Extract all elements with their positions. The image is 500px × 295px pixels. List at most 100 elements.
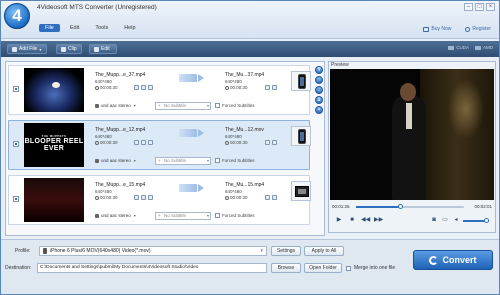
output-duration: 00:00:30 <box>225 140 248 145</box>
rewind-icon[interactable]: ◀◀ <box>361 217 370 224</box>
effect-icon[interactable] <box>148 140 153 145</box>
cut-icon[interactable] <box>141 85 146 90</box>
fast-forward-icon[interactable]: ▶▶ <box>374 217 383 224</box>
remove-icon[interactable] <box>272 85 277 90</box>
add-file-button[interactable]: Add File ▾ <box>7 44 47 54</box>
maximize-button[interactable]: □ <box>475 3 484 11</box>
cut-icon[interactable] <box>141 140 146 145</box>
destination-field[interactable]: C:\Documents and Settings\pubmi\My Docum… <box>37 263 267 273</box>
info-icon[interactable] <box>134 85 139 90</box>
remove-item-button[interactable]: × <box>315 106 323 114</box>
minimize-button[interactable]: – <box>464 3 473 11</box>
file-item[interactable]: THE MUPPETS BLOOPER REEL EVER The_Mupp..… <box>8 120 311 170</box>
menu-tools[interactable]: Tools <box>89 24 114 32</box>
forced-subtitles[interactable]: Forced Subtitles <box>215 158 255 163</box>
effect-icon[interactable] <box>148 195 153 200</box>
preview-screen[interactable] <box>330 69 494 200</box>
menu-help[interactable]: Help <box>118 24 141 32</box>
key-icon <box>465 26 471 32</box>
forced-subtitles-checkbox[interactable] <box>215 103 220 108</box>
move-down-button[interactable]: ↓ <box>315 86 323 94</box>
top-links: Buy Now Register <box>423 26 491 32</box>
clip-button[interactable]: Clip <box>56 44 82 54</box>
buy-now-link[interactable]: Buy Now <box>423 26 451 32</box>
seek-bar[interactable] <box>356 204 464 209</box>
edit-name-icon[interactable] <box>265 85 270 90</box>
refresh-icon <box>429 255 439 265</box>
menu-edit[interactable]: Edit <box>64 24 85 32</box>
edit-icon <box>94 46 99 52</box>
seek-handle[interactable] <box>398 204 404 209</box>
title-bar: 4 4Videosoft MTS Converter (Unregistered… <box>1 1 499 39</box>
subtitle-select[interactable]: No Subtitle <box>155 212 211 220</box>
source-duration: 00:00:30 <box>95 195 118 200</box>
open-folder-button[interactable]: Open Folder <box>304 263 342 273</box>
arrow-bar <box>179 184 197 192</box>
audio-track[interactable]: und aac stereo ▾ <box>95 213 136 218</box>
edit-name-icon[interactable] <box>265 195 270 200</box>
menu-file[interactable]: File <box>39 24 60 32</box>
forced-subtitles[interactable]: Forced Subtitles <box>215 213 255 218</box>
scissors-icon <box>61 46 66 52</box>
move-top-button[interactable]: ⇈ <box>315 66 323 74</box>
merge-checkbox[interactable] <box>346 265 351 271</box>
output-duration: 00:00:30 <box>225 85 248 90</box>
output-filename[interactable]: The_Mu...15.mp4 <box>225 182 264 188</box>
arrow-head <box>198 129 204 137</box>
output-filename[interactable]: The_Mu...37.mp4 <box>225 72 264 78</box>
media-player-icon[interactable] <box>291 71 311 91</box>
close-button[interactable]: × <box>486 3 495 11</box>
seek-fill <box>356 206 402 208</box>
thumbnail-main: BLOOPER REEL EVER <box>24 138 84 152</box>
video-thumbnail[interactable]: THE MUPPETS BLOOPER REEL EVER <box>24 123 84 167</box>
apply-to-all-button[interactable]: Apply to All <box>304 246 344 256</box>
audio-track[interactable]: und aac stereo ▾ <box>95 103 136 108</box>
edit-button[interactable]: Edit <box>89 44 117 54</box>
audio-track-label: und aac stereo <box>101 213 131 218</box>
film-icon[interactable] <box>291 181 311 201</box>
effect-icon[interactable] <box>148 85 153 90</box>
stop-icon[interactable]: ■ <box>348 217 356 224</box>
register-link[interactable]: Register <box>465 26 491 32</box>
toolbar: Add File ▾ Clip Edit CUDA AMD <box>1 41 499 57</box>
folder-icon[interactable]: ▭ <box>441 217 449 224</box>
source-duration-value: 00:00:30 <box>100 85 118 90</box>
video-thumbnail[interactable] <box>24 178 84 222</box>
app-logo: 4 <box>4 3 30 29</box>
move-bottom-button[interactable]: ⇊ <box>315 96 323 104</box>
file-item[interactable]: The_Mupp...e_15.mp4 640*480 00:00:30 The… <box>8 175 311 225</box>
info-icon[interactable] <box>134 195 139 200</box>
file-checkbox[interactable] <box>13 141 19 147</box>
volume-slider[interactable] <box>463 217 489 223</box>
forced-subtitles-checkbox[interactable] <box>215 213 220 218</box>
output-filename[interactable]: The_Mu...12.mov <box>225 127 264 133</box>
subtitle-select[interactable]: No Subtitle <box>155 102 211 110</box>
volume-handle[interactable] <box>484 217 489 223</box>
settings-button[interactable]: Settings <box>271 246 301 256</box>
phone-icon[interactable] <box>291 126 311 146</box>
volume-icon[interactable]: ◂ <box>452 217 460 224</box>
file-checkbox[interactable] <box>13 196 19 202</box>
chevron-down-icon: ▾ <box>133 103 136 108</box>
forced-subtitles[interactable]: Forced Subtitles <box>215 103 255 108</box>
remove-icon[interactable] <box>272 140 277 145</box>
convert-button[interactable]: Convert <box>413 250 493 270</box>
snapshot-icon[interactable]: ◙ <box>430 217 438 224</box>
profile-select[interactable]: iPhone 6 Plus/6 MOV(640x480) Video(*.mov… <box>39 246 267 256</box>
play-icon[interactable]: ▶ <box>335 217 343 224</box>
browse-button[interactable]: Browse <box>271 263 301 273</box>
remove-icon[interactable] <box>272 195 277 200</box>
subtitle-select[interactable]: No Subtitle <box>155 157 211 165</box>
cut-icon[interactable] <box>141 195 146 200</box>
audio-track[interactable]: und aac stereo ▾ <box>95 158 136 163</box>
file-item[interactable]: The_Mupp...e_37.mp4 640*480 00:00:30 The… <box>8 65 311 115</box>
video-thumbnail[interactable] <box>24 68 84 112</box>
output-resolution: 640*480 <box>225 79 242 84</box>
edit-name-icon[interactable] <box>265 140 270 145</box>
file-checkbox[interactable] <box>13 86 19 92</box>
move-up-button[interactable]: ↑ <box>315 76 323 84</box>
info-icon[interactable] <box>134 140 139 145</box>
forced-subtitles-checkbox[interactable] <box>215 158 220 163</box>
merge-option[interactable]: Merge into one file <box>346 265 395 271</box>
arrow-head <box>198 74 204 82</box>
